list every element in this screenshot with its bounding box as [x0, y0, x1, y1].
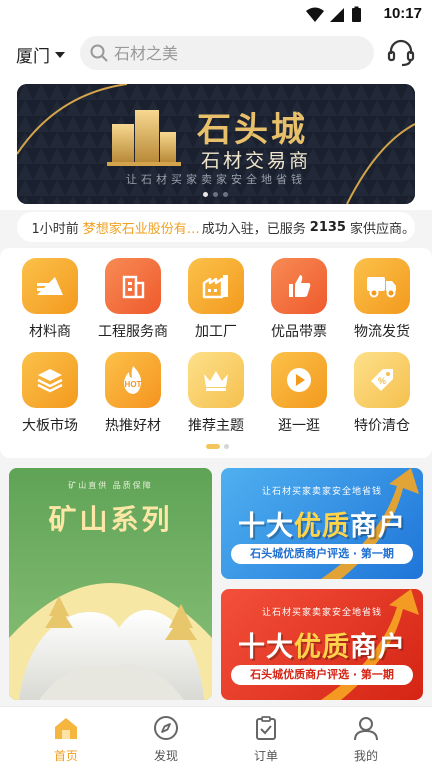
svg-text:%: %: [378, 376, 386, 386]
tab-orders[interactable]: 订单: [236, 715, 296, 764]
pager-dot-active: [206, 444, 220, 449]
customer-service-icon[interactable]: [386, 38, 416, 68]
category-clearance[interactable]: % 特价清仓: [340, 352, 424, 438]
play-icon: [271, 352, 327, 408]
pager-dot: [224, 444, 229, 449]
notice-text: 成功入驻，已服务: [201, 221, 306, 237]
notice-company[interactable]: 梦想家石业股份有…: [83, 218, 200, 237]
tab-label: 我的: [353, 749, 378, 763]
home-icon: [55, 718, 77, 739]
notice-time: 1小时前: [31, 221, 79, 237]
status-icons: [306, 6, 361, 22]
category-label: 材料商: [29, 324, 71, 340]
banner-section: 石头城 石材交易商 让石材买家卖家安全地省钱: [0, 78, 432, 210]
tab-profile[interactable]: 我的: [336, 715, 396, 764]
tab-label: 首页: [53, 749, 78, 763]
caret-down-icon: [55, 51, 65, 58]
notice-count: 2135: [309, 219, 346, 235]
banner-carousel[interactable]: 石头城 石材交易商 让石材买家卖家安全地省钱: [17, 84, 415, 204]
promo-mine-series[interactable]: 矿山直供 品质保障 矿山系列: [9, 468, 212, 700]
search-icon: [90, 44, 108, 62]
materials-icon: [22, 258, 78, 314]
promo-headline: 十大优质商户: [238, 511, 406, 542]
promo-headline: 十大优质商户: [238, 632, 406, 663]
factory-icon: [188, 258, 244, 314]
category-grid: 材料商 工程服务商 加工厂 优品带票 物流发货 大板市场 HOT 热推好材 推荐…: [0, 248, 432, 458]
city-selector[interactable]: 厦门: [16, 42, 65, 67]
category-label: 特价清仓: [354, 418, 410, 434]
banner-dot: [213, 192, 218, 197]
building-icon: [105, 258, 161, 314]
profile-icon: [354, 717, 378, 741]
promo-slogan: 让石材买家卖家安全地省钱: [261, 608, 382, 618]
header: 厦门: [0, 30, 432, 78]
category-logistics[interactable]: 物流发货: [340, 258, 424, 344]
category-label: 推荐主题: [188, 418, 244, 434]
banner-dot: [223, 192, 228, 197]
mine-title: 矿山系列: [48, 503, 173, 536]
battery-icon: [352, 6, 361, 22]
category-recommended-themes[interactable]: 推荐主题: [174, 352, 258, 438]
order-clipboard-icon: [256, 716, 276, 740]
banner-slogan: 让石材买家卖家安全地省钱: [126, 173, 306, 186]
category-label: 逛一逛: [278, 418, 320, 434]
category-hot-materials[interactable]: HOT 热推好材: [91, 352, 175, 438]
promo-pill: 石头城优质商户评选 · 第一期: [231, 665, 413, 685]
category-engineering[interactable]: 工程服务商: [91, 258, 175, 344]
promo-pill: 石头城优质商户评选 · 第一期: [231, 544, 413, 564]
category-factory[interactable]: 加工厂: [174, 258, 258, 344]
svg-text:HOT: HOT: [125, 380, 142, 389]
bottom-tab-bar: 首页 发现 订单 我的: [0, 706, 432, 768]
tab-home[interactable]: 首页: [36, 715, 96, 764]
signal-icon: [330, 8, 344, 22]
city-label: 厦门: [16, 47, 50, 67]
category-label: 大板市场: [22, 418, 78, 434]
notice-text-end: 家供应商。: [349, 221, 415, 237]
wifi-icon: [306, 7, 324, 22]
banner-title: 石头城: [197, 110, 308, 150]
banner-dot-active: [203, 192, 208, 197]
category-label: 加工厂: [195, 324, 237, 340]
banner-subtitle: 石材交易商: [201, 150, 312, 172]
tab-label: 发现: [153, 749, 178, 763]
category-pager: [206, 444, 229, 449]
truck-icon: [354, 258, 410, 314]
category-slab-market[interactable]: 大板市场: [8, 352, 92, 438]
discount-tag-icon: %: [354, 352, 410, 408]
clock: 10:17: [383, 5, 422, 22]
category-label: 优品带票: [271, 324, 327, 340]
category-materials[interactable]: 材料商: [8, 258, 92, 344]
search-bar[interactable]: [80, 36, 374, 70]
notice-bar[interactable]: 1小时前 梦想家石业股份有… 成功入驻，已服务 2135 家供应商。: [17, 212, 415, 242]
crown-icon: [188, 352, 244, 408]
category-label: 热推好材: [105, 418, 161, 434]
tab-discover[interactable]: 发现: [136, 715, 196, 764]
mine-tagline: 矿山直供 品质保障: [68, 481, 153, 490]
tab-label: 订单: [253, 749, 278, 763]
status-bar: 10:17: [0, 0, 432, 30]
search-input[interactable]: [114, 43, 354, 63]
category-quality-invoice[interactable]: 优品带票: [257, 258, 341, 344]
category-label: 工程服务商: [98, 324, 168, 340]
category-browse[interactable]: 逛一逛: [257, 352, 341, 438]
promo-top-merchants-blue[interactable]: 让石材买家卖家安全地省钱 十大优质商户 石头城优质商户评选 · 第一期: [221, 468, 423, 579]
hot-fire-icon: HOT: [105, 352, 161, 408]
banner-dots: [203, 192, 228, 197]
promo-slogan: 让石材买家卖家安全地省钱: [261, 487, 382, 497]
layers-icon: [22, 352, 78, 408]
promo-top-merchants-red[interactable]: 让石材买家卖家安全地省钱 十大优质商户 石头城优质商户评选 · 第一期: [221, 589, 423, 700]
thumbs-up-icon: [271, 258, 327, 314]
category-label: 物流发货: [354, 324, 410, 340]
compass-icon: [154, 716, 178, 740]
